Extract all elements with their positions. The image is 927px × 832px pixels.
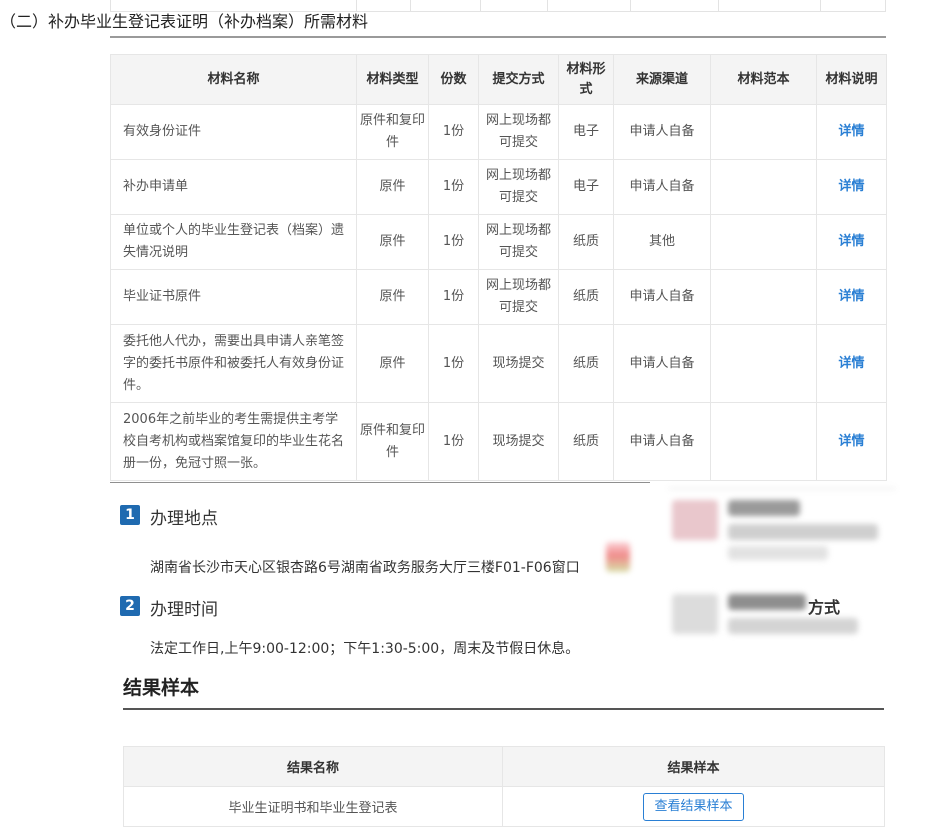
material-form: 电子 xyxy=(558,104,614,160)
table-row: 毕业证书原件 原件 1份 网上现场都可提交 纸质 申请人自备 详情 xyxy=(110,269,887,325)
blurred-icon xyxy=(672,594,718,634)
material-name: 单位或个人的毕业生登记表（档案）遗失情况说明 xyxy=(110,214,357,270)
material-name: 有效身份证件 xyxy=(110,104,357,160)
material-source: 其他 xyxy=(613,214,711,270)
material-form: 纸质 xyxy=(558,214,614,270)
material-type: 原件和复印件 xyxy=(356,402,429,481)
material-form: 纸质 xyxy=(558,402,614,481)
material-type: 原件 xyxy=(356,324,429,403)
material-name: 补办申请单 xyxy=(110,159,357,215)
material-source: 申请人自备 xyxy=(613,402,711,481)
material-type: 原件和复印件 xyxy=(356,104,429,160)
material-sample xyxy=(710,402,817,481)
blurred-divider xyxy=(668,488,896,489)
col-header: 材料类型 xyxy=(356,54,429,105)
material-name: 毕业证书原件 xyxy=(110,269,357,325)
place-heading: 办理地点 xyxy=(150,509,218,529)
submit-method: 现场提交 xyxy=(478,402,559,481)
col-header: 份数 xyxy=(428,54,479,105)
divider xyxy=(110,482,650,483)
table-header-row: 结果名称 结果样本 xyxy=(123,746,885,787)
submit-method: 网上现场都可提交 xyxy=(478,269,559,325)
material-count: 1份 xyxy=(428,402,479,481)
partial-heading-text: 方式 xyxy=(808,598,841,617)
material-name: 委托他人代办，需要出具申请人亲笔签字的委托书原件和被委托人有效身份证件。 xyxy=(110,324,357,403)
color-marker xyxy=(606,542,630,572)
blurred-heading xyxy=(728,594,806,610)
detail-link[interactable]: 详情 xyxy=(816,324,887,403)
material-count: 1份 xyxy=(428,324,479,403)
material-name: 2006年之前毕业的考生需提供主考学校自考机构或档案馆复印的毕业生花名册一份，免… xyxy=(110,402,357,481)
material-source: 申请人自备 xyxy=(613,104,711,160)
table-row: 补办申请单 原件 1份 网上现场都可提交 电子 申请人自备 详情 xyxy=(110,159,887,215)
col-header: 材料名称 xyxy=(110,54,357,105)
col-header: 结果样本 xyxy=(502,746,885,787)
material-form: 纸质 xyxy=(558,324,614,403)
detail-link[interactable]: 详情 xyxy=(816,214,887,270)
table-row: 2006年之前毕业的考生需提供主考学校自考机构或档案馆复印的毕业生花名册一份，免… xyxy=(110,402,887,481)
divider xyxy=(123,708,884,710)
material-count: 1份 xyxy=(428,269,479,325)
result-sample-cell: 查看结果样本 xyxy=(502,786,885,827)
detail-link[interactable]: 详情 xyxy=(816,402,887,481)
material-sample xyxy=(710,104,817,160)
table-row: 单位或个人的毕业生登记表（档案）遗失情况说明 原件 1份 网上现场都可提交 纸质… xyxy=(110,214,887,270)
material-sample xyxy=(710,269,817,325)
material-count: 1份 xyxy=(428,214,479,270)
material-type: 原件 xyxy=(356,159,429,215)
material-form: 纸质 xyxy=(558,269,614,325)
col-header: 材料范本 xyxy=(710,54,817,105)
place-text: 湖南省长沙市天心区银杏路6号湖南省政务服务大厅三楼F01-F06窗口 xyxy=(150,560,580,576)
material-count: 1份 xyxy=(428,104,479,160)
section-title: （二）补办毕业生登记表证明（补办档案）所需材料 xyxy=(0,12,369,31)
submit-method: 网上现场都可提交 xyxy=(478,104,559,160)
step-number-badge: 2 xyxy=(120,596,140,616)
table-header-row: 材料名称 材料类型 份数 提交方式 材料形式 来源渠道 材料范本 材料说明 xyxy=(110,54,887,105)
blurred-text xyxy=(728,546,828,560)
table-row: 有效身份证件 原件和复印件 1份 网上现场都可提交 电子 申请人自备 详情 xyxy=(110,104,887,160)
material-source: 申请人自备 xyxy=(613,269,711,325)
col-header: 材料形式 xyxy=(558,54,614,105)
material-type: 原件 xyxy=(356,214,429,270)
table-row: 委托他人代办，需要出具申请人亲笔签字的委托书原件和被委托人有效身份证件。 原件 … xyxy=(110,324,887,403)
material-source: 申请人自备 xyxy=(613,324,711,403)
material-count: 1份 xyxy=(428,159,479,215)
time-heading: 办理时间 xyxy=(150,600,218,620)
material-sample xyxy=(710,324,817,403)
material-form: 电子 xyxy=(558,159,614,215)
material-sample xyxy=(710,159,817,215)
col-header: 材料说明 xyxy=(816,54,887,105)
blurred-text xyxy=(728,524,878,540)
material-sample xyxy=(710,214,817,270)
blurred-icon xyxy=(672,500,718,540)
table-row: 毕业生证明书和毕业生登记表 查看结果样本 xyxy=(123,786,885,827)
divider xyxy=(110,36,886,38)
submit-method: 网上现场都可提交 xyxy=(478,159,559,215)
col-header: 结果名称 xyxy=(123,746,503,787)
step-number-badge: 1 xyxy=(120,505,140,525)
page: （二）补办毕业生登记表证明（补办档案）所需材料 材料名称 材料类型 份数 提交方… xyxy=(0,0,927,832)
blurred-heading xyxy=(728,500,800,516)
materials-table: 材料名称 材料类型 份数 提交方式 材料形式 来源渠道 材料范本 材料说明 有效… xyxy=(110,54,887,481)
detail-link[interactable]: 详情 xyxy=(816,269,887,325)
detail-link[interactable]: 详情 xyxy=(816,104,887,160)
detail-link[interactable]: 详情 xyxy=(816,159,887,215)
result-heading: 结果样本 xyxy=(123,677,200,699)
submit-method: 现场提交 xyxy=(478,324,559,403)
material-source: 申请人自备 xyxy=(613,159,711,215)
material-type: 原件 xyxy=(356,269,429,325)
submit-method: 网上现场都可提交 xyxy=(478,214,559,270)
view-result-sample-button[interactable]: 查看结果样本 xyxy=(643,792,744,821)
result-name: 毕业生证明书和毕业生登记表 xyxy=(123,786,503,827)
col-header: 来源渠道 xyxy=(613,54,711,105)
blurred-text xyxy=(728,618,858,634)
result-table: 结果名称 结果样本 毕业生证明书和毕业生登记表 查看结果样本 xyxy=(123,746,885,827)
time-text: 法定工作日,上午9:00-12:00；下午1:30-5:00，周末及节假日休息。 xyxy=(150,641,580,657)
col-header: 提交方式 xyxy=(478,54,559,105)
